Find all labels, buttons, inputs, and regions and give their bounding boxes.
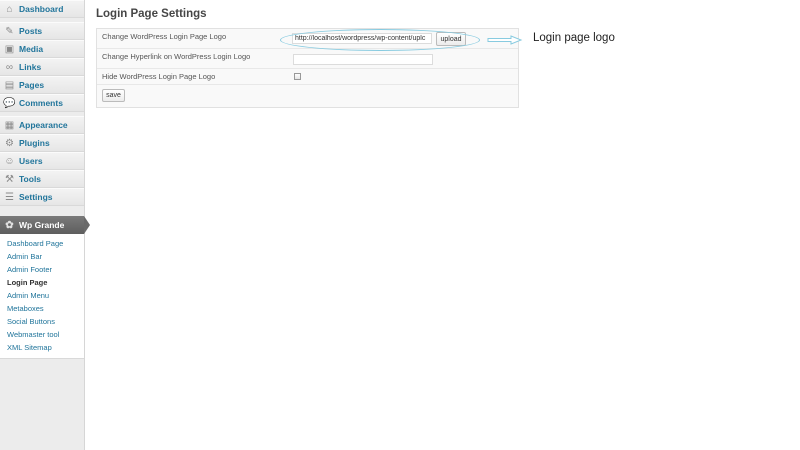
hide-logo-label: Hide WordPress Login Page Logo: [102, 72, 216, 81]
posts-icon: ✎: [5, 25, 14, 37]
hyperlink-label: Change Hyperlink on WordPress Login Logo: [102, 52, 251, 61]
sidebar-item-plugins[interactable]: ⚙ Plugins: [0, 134, 84, 152]
plugins-icon: ⚙: [5, 137, 14, 149]
sidebar-item-label: Wp Grande: [19, 220, 65, 230]
appearance-icon: ▦: [4, 119, 15, 131]
dashboard-icon: ⌂: [6, 3, 13, 15]
sidebar-item-settings[interactable]: ☰ Settings: [0, 188, 84, 206]
sidebar-item-label: Links: [19, 62, 42, 72]
sidebar-item-label: Appearance: [19, 120, 68, 130]
sidebar-item-media[interactable]: ▣ Media: [0, 40, 84, 58]
sidebar-item-label: Settings: [19, 192, 53, 202]
page-title: Login Page Settings: [96, 8, 207, 20]
sidebar-item-label: Dashboard: [19, 4, 64, 14]
hide-logo-checkbox[interactable]: [294, 73, 301, 80]
sidebar-item-comments[interactable]: 💬 Comments: [0, 94, 84, 112]
hyperlink-input[interactable]: [293, 54, 433, 65]
hyperlink-row: Change Hyperlink on WordPress Login Logo: [97, 49, 518, 69]
comments-icon: 💬: [3, 97, 16, 109]
sidebar-item-users[interactable]: ☺ Users: [0, 152, 84, 170]
wp-grande-submenu: Dashboard Page Admin Bar Admin Footer Lo…: [0, 234, 84, 359]
admin-sidebar: ⌂ Dashboard ✎ Posts ▣ Media ∞ Links ▤ Pa…: [0, 0, 90, 450]
sidebar-item-label: Media: [19, 44, 44, 54]
sidebar-item-label: Pages: [19, 80, 45, 90]
pages-icon: ▤: [4, 79, 15, 91]
submenu-item-social-buttons[interactable]: Social Buttons: [0, 315, 84, 328]
media-icon: ▣: [4, 43, 15, 55]
logo-row: Change WordPress Login Page Logo upload: [97, 29, 518, 49]
sidebar-item-label: Comments: [19, 98, 63, 108]
sidebar-item-label: Posts: [19, 26, 43, 36]
submenu-item-webmaster-tool[interactable]: Webmaster tool: [0, 328, 84, 341]
sidebar-item-pages[interactable]: ▤ Pages: [0, 76, 84, 94]
submenu-item-admin-bar[interactable]: Admin Bar: [0, 250, 84, 263]
save-row: save: [97, 85, 518, 107]
sidebar-item-posts[interactable]: ✎ Posts: [0, 22, 84, 40]
menu-separator: [0, 206, 84, 216]
settings-form: Change WordPress Login Page Logo upload …: [96, 28, 519, 108]
settings-icon: ☰: [5, 191, 14, 203]
logo-url-input[interactable]: [292, 33, 432, 44]
sidebar-item-label: Tools: [19, 174, 42, 184]
sidebar-item-appearance[interactable]: ▦ Appearance: [0, 116, 84, 134]
submenu-item-metaboxes[interactable]: Metaboxes: [0, 302, 84, 315]
submenu-item-xml-sitemap[interactable]: XML Sitemap: [0, 341, 84, 354]
sidebar-item-tools[interactable]: ⚒ Tools: [0, 170, 84, 188]
logo-label: Change WordPress Login Page Logo: [102, 32, 227, 41]
submenu-item-admin-menu[interactable]: Admin Menu: [0, 289, 84, 302]
hide-logo-row: Hide WordPress Login Page Logo: [97, 69, 518, 85]
upload-button[interactable]: upload: [436, 32, 466, 46]
sidebar-item-label: Plugins: [19, 138, 50, 148]
submenu-item-dashboard-page[interactable]: Dashboard Page: [0, 237, 84, 250]
annotation-label: Login page logo: [533, 32, 615, 44]
save-button[interactable]: save: [102, 89, 125, 102]
sidebar-item-dashboard[interactable]: ⌂ Dashboard: [0, 0, 84, 18]
gear-icon: ✿: [5, 219, 14, 231]
sidebar-item-links[interactable]: ∞ Links: [0, 58, 84, 76]
arrow-right-icon: [487, 35, 523, 45]
tools-icon: ⚒: [5, 173, 14, 185]
submenu-item-admin-footer[interactable]: Admin Footer: [0, 263, 84, 276]
submenu-item-login-page[interactable]: Login Page: [0, 276, 84, 289]
links-icon: ∞: [5, 61, 14, 73]
users-icon: ☺: [4, 155, 15, 167]
sidebar-item-wp-grande[interactable]: ✿ Wp Grande: [0, 216, 90, 234]
sidebar-item-label: Users: [19, 156, 43, 166]
